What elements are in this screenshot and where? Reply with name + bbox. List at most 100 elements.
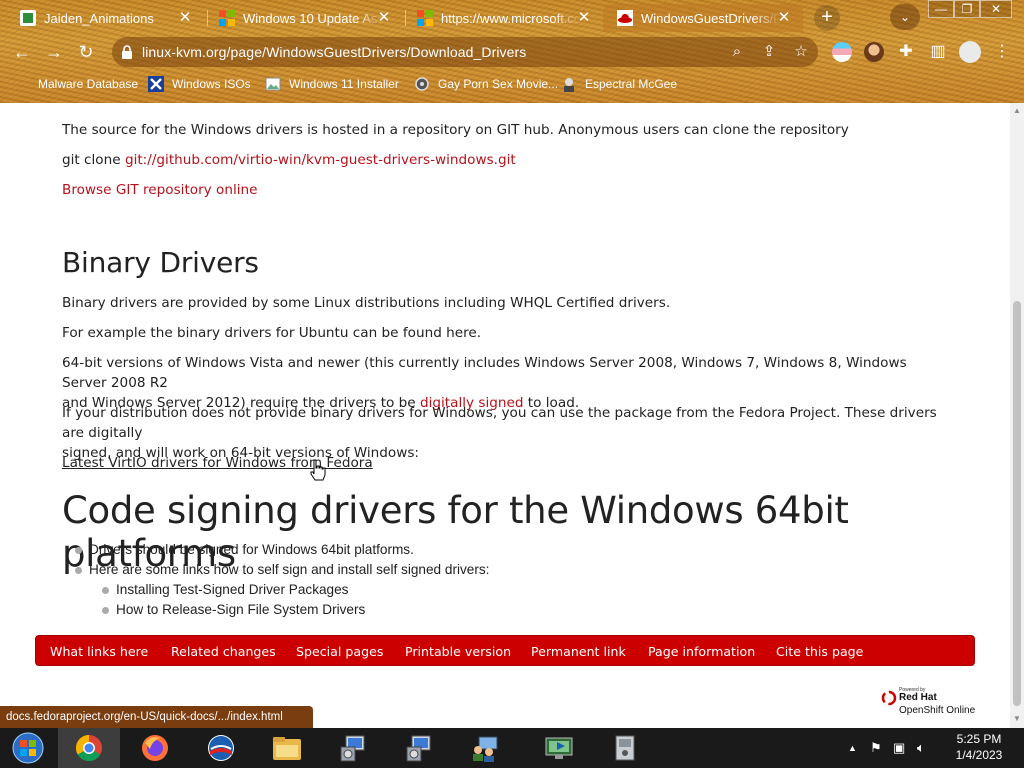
footer-related-changes[interactable]: Related changes	[171, 644, 276, 659]
close-tab-icon[interactable]: ✕	[375, 9, 393, 27]
git-clone-link[interactable]: git://github.com/virtio-win/kvm-guest-dr…	[125, 152, 516, 168]
taskbar-setup-1[interactable]	[322, 728, 384, 768]
close-window-button[interactable]: ✕	[980, 0, 1012, 18]
tray-network-icon[interactable]: ▣	[893, 740, 905, 756]
close-tab-icon[interactable]: ✕	[575, 9, 593, 27]
bookmark-label: Windows 11 Installer	[289, 77, 399, 91]
source-paragraph: The source for the Windows drivers is ho…	[62, 122, 849, 138]
tab-jaiden-animations[interactable]: Jaiden_Animations ✕	[6, 4, 204, 32]
network-users-icon	[473, 736, 498, 762]
new-tab-button[interactable]: +	[814, 5, 840, 31]
forward-button[interactable]: →	[42, 40, 66, 64]
side-panel-icon[interactable]: ▥	[927, 41, 949, 63]
restore-button[interactable]: ❐	[954, 0, 980, 18]
footer-cite-this-page[interactable]: Cite this page	[776, 644, 863, 659]
binary-p3-line1: 64-bit versions of Windows Vista and new…	[62, 355, 907, 391]
taskbar-chrome[interactable]	[58, 728, 120, 768]
chrome-icon	[75, 734, 102, 762]
clock-time: 5:25 PM	[956, 732, 1002, 746]
address-bar[interactable]: linux-kvm.org/page/WindowsGuestDrivers/D…	[112, 37, 818, 67]
bookmark-espectral-mcgee[interactable]: Espectral McGee	[561, 76, 677, 92]
footer-nav-bar: What links here Related changes Special …	[35, 635, 975, 666]
extension-avatar-icon[interactable]	[864, 42, 884, 62]
file-explorer-icon	[273, 737, 301, 760]
bookmark-malware-database[interactable]: Malware Database	[12, 76, 138, 92]
x-logo-icon	[148, 76, 164, 92]
status-bar-url: docs.fedoraproject.org/en-US/quick-docs/…	[0, 706, 313, 728]
scrollbar-thumb[interactable]	[1013, 301, 1021, 706]
page-scrollbar[interactable]: ▲ ▼	[1010, 103, 1024, 728]
image-icon	[265, 77, 281, 91]
taskbar-disk-tool[interactable]	[594, 728, 656, 768]
redhat-label: Red Hat	[899, 692, 937, 703]
ubuntu-here-link[interactable]: here	[446, 325, 477, 341]
openshift-label: OpenShift Online	[899, 705, 976, 716]
bookmark-label: Malware Database	[38, 77, 139, 91]
extensions-puzzle-icon[interactable]: ✚	[895, 41, 917, 63]
bookmark-windows-11-installer[interactable]: Windows 11 Installer	[265, 76, 399, 92]
footer-printable-version[interactable]: Printable version	[405, 644, 511, 659]
release-sign-link[interactable]: How to Release-Sign File System Drivers	[116, 600, 365, 620]
jaiden-favicon	[20, 10, 36, 26]
windows-taskbar: ▲ ⚑ ▣ 🔈︎ 5:25 PM 1/4/2023	[0, 728, 1024, 768]
bookmark-label: Gay Porn Sex Movie...	[438, 77, 559, 91]
redhat-favicon	[617, 10, 633, 26]
tab-title: WindowsGuestDrivers/Download_Drivers	[641, 10, 781, 26]
scroll-up-arrow-icon[interactable]: ▲	[1013, 107, 1021, 115]
bookmark-star-icon[interactable]: ☆	[792, 43, 810, 61]
tab-windows-guest-drivers[interactable]: WindowsGuestDrivers/Download_Drivers ✕	[603, 4, 803, 32]
close-tab-icon[interactable]: ✕	[176, 9, 194, 27]
address-url: linux-kvm.org/page/WindowsGuestDrivers/D…	[142, 44, 527, 60]
fedora-virtio-link[interactable]: Latest VirtIO drivers for Windows from F…	[62, 455, 373, 471]
footer-permanent-link[interactable]: Permanent link	[531, 644, 626, 659]
minimize-button[interactable]: —	[928, 0, 954, 18]
footer-what-links-here[interactable]: What links here	[50, 644, 148, 659]
avatar-icon	[564, 78, 574, 92]
browse-git-line: Browse GIT repository online	[62, 180, 258, 200]
tab-windows-10-update[interactable]: Windows 10 Update Assistant ✕	[205, 4, 403, 32]
tab-search-button[interactable]: ⌄	[890, 4, 920, 30]
tray-flag-icon[interactable]: ⚑	[870, 740, 882, 756]
binary-paragraph-2: For example the binary drivers for Ubunt…	[62, 323, 481, 343]
menu-kebab-icon[interactable]: ⋮	[991, 41, 1013, 63]
taskbar-remote-desktop[interactable]	[528, 728, 590, 768]
taskbar-setup-2[interactable]	[388, 728, 450, 768]
tray-show-hidden-icon[interactable]: ▲	[848, 743, 857, 753]
binary-paragraph-1: Binary drivers are provided by some Linu…	[62, 295, 671, 311]
taskbar-app-blue-circle[interactable]	[190, 728, 252, 768]
bookmark-icon	[12, 76, 30, 92]
footer-page-information[interactable]: Page information	[648, 644, 755, 659]
tray-volume-icon[interactable]: 🔈︎	[917, 740, 925, 756]
remote-desktop-icon	[545, 737, 573, 759]
taskbar-firefox[interactable]	[124, 728, 186, 768]
openshift-logo-icon	[881, 690, 897, 706]
powered-by-redhat-badge[interactable]: Powered by Red Hat OpenShift Online	[881, 687, 981, 719]
bullet-dot	[102, 607, 109, 614]
taskbar-network-users[interactable]	[454, 728, 516, 768]
bullet-dot	[75, 567, 82, 574]
page-viewport: The source for the Windows drivers is ho…	[0, 103, 1010, 728]
bullet-item: Here are some links how to self sign and…	[89, 562, 490, 577]
footer-special-pages[interactable]: Special pages	[296, 644, 383, 659]
back-button[interactable]: ←	[10, 40, 34, 64]
bookmark-windows-isos[interactable]: Windows ISOs	[148, 76, 251, 92]
extension-flag-icon[interactable]	[832, 42, 852, 62]
browse-git-link[interactable]: Browse GIT repository online	[62, 182, 258, 198]
installing-test-signed-link[interactable]: Installing Test-Signed Driver Packages	[116, 580, 348, 600]
binary-p2-suffix: .	[476, 325, 482, 341]
taskbar-clock[interactable]: 5:25 PM 1/4/2023	[944, 731, 1014, 763]
bookmark-movie[interactable]: Gay Porn Sex Movie...	[414, 76, 558, 92]
profile-avatar-icon[interactable]	[959, 41, 981, 63]
taskbar-file-explorer[interactable]	[256, 728, 318, 768]
share-icon[interactable]: ⇪	[760, 43, 778, 61]
close-tab-icon[interactable]: ✕	[775, 9, 793, 27]
reload-button[interactable]: ↻	[74, 40, 98, 64]
lock-icon	[122, 45, 132, 59]
browser-toolbar: ← → ↻ linux-kvm.org/page/WindowsGuestDri…	[0, 34, 1024, 70]
binary-p2-prefix: For example the binary drivers for Ubunt…	[62, 325, 447, 341]
search-icon[interactable]: ⌕	[728, 43, 746, 61]
tab-microsoft[interactable]: https://www.microsoft.com ✕	[403, 4, 603, 32]
start-button[interactable]	[0, 728, 56, 768]
scroll-down-arrow-icon[interactable]: ▼	[1013, 715, 1021, 723]
git-clone-prefix: git clone	[62, 152, 125, 168]
